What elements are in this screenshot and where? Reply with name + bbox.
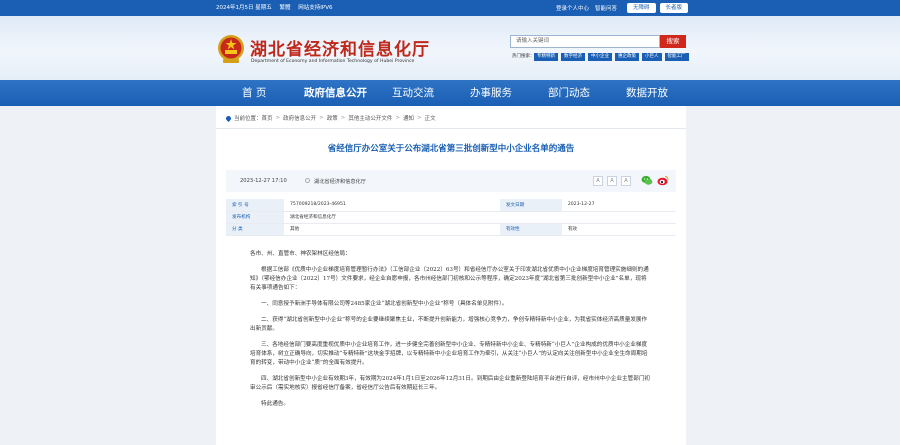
accessibility-button[interactable]: 无障碍: [627, 3, 656, 13]
article-meta-bar: 2023-12-27 17:10 湖北省经济和信息化厅 A A A: [226, 170, 676, 192]
article-source: 湖北省经济和信息化厅: [314, 179, 366, 185]
top-bar-right: 登录个人中心 智能问答 无障碍 长者版: [556, 2, 689, 14]
info-key: 发布机构: [226, 211, 284, 224]
breadcrumb-separator: >: [319, 115, 324, 121]
site-header: 湖北省经济和信息化厅 Department of Economy and Inf…: [0, 16, 900, 80]
ipv6-label: 网站支持IPV6: [298, 5, 333, 11]
nav-gov-info[interactable]: 政府信息公开: [304, 80, 367, 106]
top-bar-left: 2024年1月5日 星期五 繁體 网站支持IPV6: [216, 3, 338, 11]
article-paragraph: 四、湖北省创新型中小企业有效期3年，有效期为2024年1月1日至2026年12月…: [250, 376, 651, 391]
article-body: 各市、州、直管市、神农架林区经信局： 根据工信部《优质中小企业梯度培育管理暂行办…: [250, 250, 650, 416]
breadcrumb-separator: >: [395, 115, 401, 121]
traditional-link[interactable]: 繁體: [280, 5, 291, 11]
hot-tag[interactable]: 数字经济: [561, 53, 585, 61]
info-value: 757009218/2023-46951: [284, 199, 500, 212]
breadcrumb-item[interactable]: 政府信息公开: [283, 114, 316, 122]
article-card: 当前位置： 首页 > 政府信息公开 > 政策 > 其他主动公开文件 > 通知 >…: [216, 106, 686, 445]
font-size-small-button[interactable]: A: [621, 176, 631, 186]
breadcrumb-divider: [216, 128, 686, 129]
hot-search-tags: 专精特新 数字经济 中小企业 惠企政策 小巨人 智能工厂: [534, 53, 692, 61]
breadcrumb-separator: >: [275, 115, 281, 121]
search-input[interactable]: 请输入关键词: [510, 35, 660, 48]
site-title-en: Department of Economy and Information Te…: [251, 59, 415, 64]
article-title: 省经信厅办公室关于公布湖北省第三批创新型中小企业名单的通告: [327, 144, 575, 154]
location-pin-icon: [224, 114, 233, 122]
site-title[interactable]: 湖北省经济和信息化厅: [250, 35, 430, 60]
main-nav: 首 页 政府信息公开 互动交流 办事服务 部门动态 数据开放: [0, 80, 900, 106]
salutation: 各市、州、直管市、神农架林区经信局：: [250, 251, 351, 257]
article-paragraph: 一、同意授予新洲手导体有限公司等2485家企业“湖北省创新型中小企业”称号（具体…: [261, 301, 508, 307]
table-row: 索 引 号 757009218/2023-46951 发文日期 2023-12-…: [226, 199, 676, 212]
breadcrumb: 当前位置： 首页 > 政府信息公开 > 政策 > 其他主动公开文件 > 通知 >…: [224, 114, 436, 122]
font-size-large-button[interactable]: A: [593, 176, 603, 186]
breadcrumb-item[interactable]: 首页: [262, 114, 273, 122]
nav-home[interactable]: 首 页: [242, 80, 266, 106]
info-key: 分 类: [226, 223, 284, 236]
hot-tag[interactable]: 中小企业: [588, 53, 612, 61]
info-value: 有效: [561, 223, 676, 236]
hot-tag[interactable]: 专精特新: [534, 53, 558, 61]
nav-services[interactable]: 办事服务: [470, 80, 512, 106]
info-key: 有效性: [499, 223, 562, 236]
current-date: 2024年1月5日 星期五: [216, 5, 272, 11]
wechat-share-icon[interactable]: [641, 175, 653, 186]
hot-tag[interactable]: 小巨人: [642, 53, 662, 61]
search-button[interactable]: 搜索: [660, 35, 686, 48]
breadcrumb-item[interactable]: 政策: [327, 114, 338, 122]
source-icon: [305, 178, 310, 183]
info-value: 其他: [284, 223, 500, 236]
document-info-table: 索 引 号 757009218/2023-46951 发文日期 2023-12-…: [226, 199, 676, 236]
elderly-mode-button[interactable]: 长者版: [659, 3, 689, 13]
info-value: 2023-12-27: [561, 199, 676, 212]
article-paragraph: 根据工信部《优质中小企业梯度培育管理暂行办法》（工信部企业〔2022〕63号）和…: [250, 267, 649, 291]
table-row: 分 类 其他 有效性 有效: [226, 223, 676, 236]
font-size-medium-button[interactable]: A: [607, 176, 617, 186]
national-emblem-icon: [218, 35, 244, 63]
nav-interaction[interactable]: 互动交流: [392, 80, 434, 106]
nav-news[interactable]: 部门动态: [548, 80, 590, 106]
hot-tag[interactable]: 智能工厂: [664, 53, 689, 61]
login-link[interactable]: 登录个人中心: [556, 4, 589, 12]
info-value: 湖北省经济和信息化厅: [284, 211, 676, 224]
closing-line: 特此通告。: [261, 401, 289, 407]
info-key: 索 引 号: [226, 199, 284, 212]
info-key: 发文日期: [499, 199, 562, 212]
weibo-share-icon[interactable]: [657, 175, 669, 186]
breadcrumb-item[interactable]: 通知: [403, 114, 414, 122]
breadcrumb-label: 当前位置：: [234, 116, 262, 122]
breadcrumb-item: 正文: [424, 116, 436, 122]
top-bar: 2024年1月5日 星期五 繁體 网站支持IPV6 登录个人中心 智能问答 无障…: [0, 0, 900, 16]
nav-open-data[interactable]: 数据开放: [626, 80, 668, 106]
breadcrumb-item[interactable]: 其他主动公开文件: [348, 114, 392, 122]
hot-tag[interactable]: 惠企政策: [615, 53, 639, 61]
article-paragraph: 三、各地经信部门要高度重视优质中小企业培育工作，进一步健全完善创新型中小企业、专…: [250, 342, 648, 366]
breadcrumb-separator: >: [340, 115, 346, 121]
smart-qa-link[interactable]: 智能问答: [595, 4, 617, 12]
hot-search-label: 热门搜索：: [512, 54, 535, 59]
article-paragraph: 二、获得“湖北省创新型中小企业”称号的企业要继续聚焦主业，不断提升创新能力，增强…: [250, 317, 648, 332]
publish-date: 2023-12-27 17:10: [240, 178, 287, 184]
table-row: 发布机构 湖北省经济和信息化厅: [226, 211, 676, 224]
breadcrumb-separator: >: [417, 115, 422, 121]
